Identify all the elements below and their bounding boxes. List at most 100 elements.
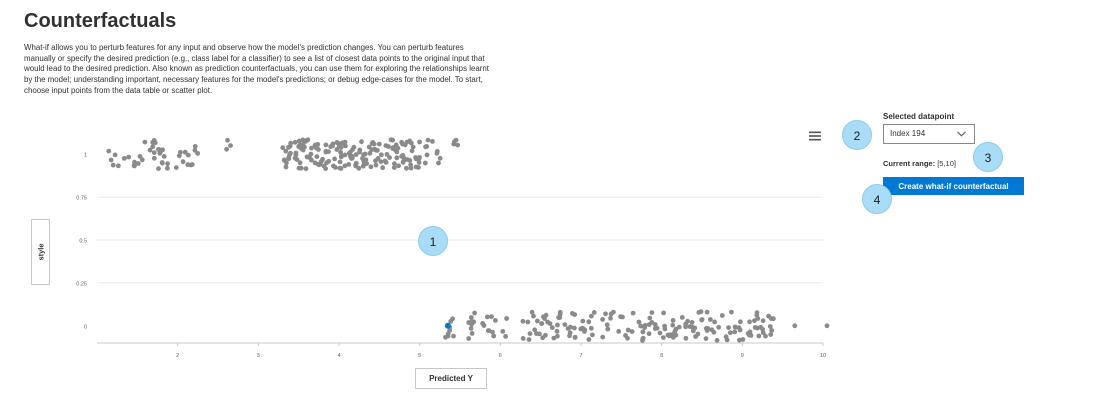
data-point <box>180 159 186 165</box>
data-point <box>288 150 293 156</box>
data-point <box>296 144 302 150</box>
datapoint-dropdown[interactable]: Index 194 <box>883 124 975 144</box>
data-point <box>580 325 585 331</box>
data-point <box>112 152 118 158</box>
data-point <box>436 160 441 166</box>
data-point <box>737 327 743 333</box>
data-point <box>766 313 771 319</box>
data-point <box>572 334 578 340</box>
data-point <box>500 329 506 334</box>
x-tick-label: 8 <box>660 353 663 359</box>
data-point <box>557 309 563 315</box>
data-point <box>408 162 413 168</box>
data-point <box>673 332 679 338</box>
data-point <box>132 159 137 165</box>
data-point <box>280 145 286 151</box>
data-point <box>375 148 380 153</box>
data-point <box>339 141 344 146</box>
data-point <box>416 160 422 165</box>
data-point <box>416 165 421 170</box>
data-point <box>388 137 394 143</box>
data-point <box>520 336 526 341</box>
data-point <box>752 325 758 330</box>
data-point <box>383 160 389 165</box>
selected-data-point <box>444 322 451 329</box>
data-point <box>121 156 127 161</box>
data-point <box>541 314 546 320</box>
data-point <box>455 142 461 148</box>
data-point <box>173 165 179 171</box>
data-point <box>425 137 431 143</box>
data-point <box>373 158 378 164</box>
data-point <box>605 326 611 332</box>
data-point <box>106 148 112 154</box>
data-point <box>283 164 289 170</box>
data-point <box>586 337 592 342</box>
data-point <box>746 332 752 338</box>
data-point <box>159 160 165 165</box>
data-point <box>549 325 555 330</box>
data-point <box>489 314 494 319</box>
data-point <box>620 314 625 320</box>
data-point <box>525 319 531 325</box>
data-point <box>468 315 474 320</box>
data-point <box>192 147 198 153</box>
data-point <box>453 137 459 143</box>
data-point <box>331 163 336 169</box>
data-point <box>567 330 573 336</box>
current-range-label: Current range: <box>883 159 936 168</box>
data-point <box>543 332 548 338</box>
data-point <box>732 324 738 330</box>
x-tick-label: 4 <box>337 353 340 359</box>
data-point <box>600 334 606 340</box>
data-point <box>386 144 391 149</box>
data-point <box>430 139 435 144</box>
data-point <box>307 155 312 160</box>
data-point <box>689 320 695 325</box>
x-tick-label: 3 <box>257 353 260 359</box>
data-point <box>568 324 573 330</box>
data-point <box>424 152 430 158</box>
data-point <box>670 318 676 323</box>
data-point <box>305 137 311 143</box>
data-point <box>349 155 355 161</box>
data-point <box>676 324 682 330</box>
data-point <box>640 329 646 335</box>
y-axis-label: style <box>36 243 45 261</box>
y-axis-selector-button[interactable]: style <box>31 219 50 285</box>
data-point <box>562 322 568 327</box>
current-range-value: [5,10] <box>937 159 956 168</box>
data-point <box>437 155 443 161</box>
data-point <box>160 147 166 153</box>
data-point <box>716 324 722 330</box>
data-point <box>824 323 830 329</box>
data-point <box>708 317 713 322</box>
create-counterfactual-button[interactable]: Create what-if counterfactual <box>883 177 1024 195</box>
data-point <box>407 138 413 144</box>
data-point <box>589 313 594 319</box>
data-point <box>468 326 474 331</box>
data-point <box>535 318 540 324</box>
data-point <box>690 324 695 330</box>
data-point <box>151 155 157 161</box>
data-point <box>376 141 382 147</box>
data-point <box>362 151 368 157</box>
data-point <box>228 143 233 149</box>
callout-badge-1: 1 <box>418 226 448 256</box>
hamburger-menu-icon[interactable] <box>809 128 821 146</box>
data-point <box>360 156 365 161</box>
callout-badge-2: 2 <box>842 120 872 150</box>
data-point <box>368 164 374 170</box>
scatter-plot[interactable]: 0 0.25 0.5 0.75 1 2 3 4 5 6 7 8 9 10 <box>0 0 1113 403</box>
data-point <box>683 321 689 327</box>
x-axis-selector-button[interactable]: Predicted Y <box>415 368 487 389</box>
data-point <box>667 332 673 338</box>
data-point <box>640 335 646 341</box>
data-point <box>424 144 430 149</box>
data-point <box>339 153 344 159</box>
data-point <box>116 163 121 169</box>
data-point <box>332 156 337 162</box>
data-point <box>369 141 375 146</box>
data-point <box>696 310 702 315</box>
data-point <box>586 319 592 325</box>
